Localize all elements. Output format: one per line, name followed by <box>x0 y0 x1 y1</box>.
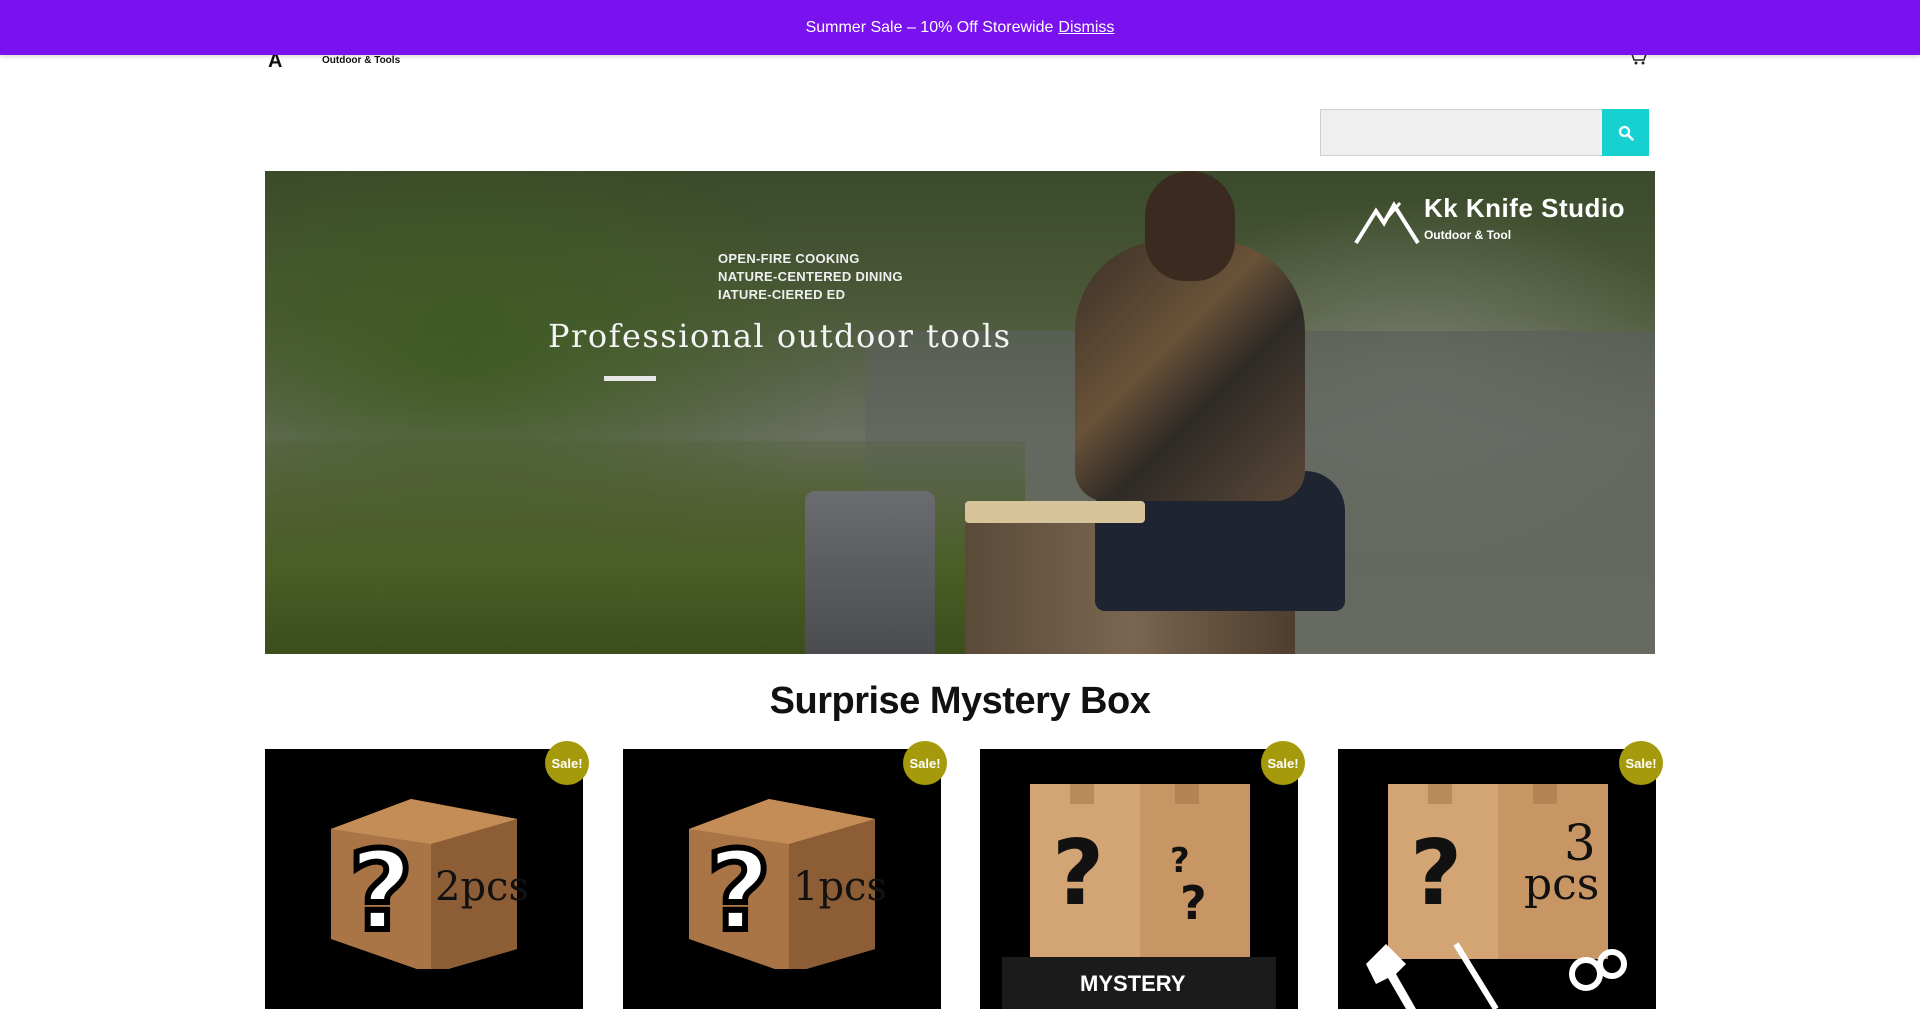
svg-text:?: ? <box>707 827 771 955</box>
hero-banner[interactable]: Kk Knife Studio Outdoor & Tool OPEN-FIRE… <box>265 171 1655 654</box>
product-card[interactable]: ? 1pcs <box>623 749 941 1009</box>
product-card[interactable]: ? 3 pcs <box>1338 749 1656 1009</box>
search-icon <box>1618 125 1634 141</box>
hero-brand-sub: Outdoor & Tool <box>1423 228 1512 242</box>
logo-tagline: Outdoor & Tools <box>322 55 401 66</box>
product-label: 1pcs <box>793 864 887 910</box>
svg-text:?: ? <box>1410 821 1462 926</box>
section-title: Surprise Mystery Box <box>769 680 1151 722</box>
hero-tagline: IATURE-CIERED ED <box>718 287 846 302</box>
mystery-box-image: ? ? ? <box>1030 784 1250 959</box>
product-card[interactable]: ? 2pcs <box>265 749 583 1009</box>
hero-tagline: OPEN-FIRE COOKING <box>718 251 860 266</box>
store-notice-text: Summer Sale – 10% Off Storewide <box>805 18 1054 36</box>
mountain-icon <box>1354 201 1420 245</box>
svg-text:?: ? <box>1170 841 1190 881</box>
svg-text:?: ? <box>349 827 413 955</box>
hero-tagline: NATURE-CENTERED DINING <box>718 269 903 284</box>
dismiss-link[interactable]: Dismiss <box>1058 19 1114 37</box>
product-label: MYSTERY <box>1080 971 1186 996</box>
search-form <box>1320 109 1649 156</box>
hero-divider <box>604 376 656 381</box>
svg-text:?: ? <box>1180 876 1207 930</box>
search-button[interactable] <box>1602 109 1649 156</box>
svg-text:?: ? <box>1052 821 1104 926</box>
search-input[interactable] <box>1320 109 1602 156</box>
product-label: 2pcs <box>435 864 529 910</box>
product-label-secondary: pcs <box>1524 859 1600 910</box>
product-card[interactable]: ? ? ? MYSTERY <box>980 749 1298 1009</box>
hero-taglines: OPEN-FIRE COOKING NATURE-CENTERED DINING… <box>718 250 903 304</box>
hero-brand-name: Kk Knife Studio <box>1423 193 1625 223</box>
sale-badge: Sale! <box>903 741 947 785</box>
hero-cutting-board <box>965 501 1145 523</box>
tools-silhouette-icon <box>1366 942 1627 1009</box>
sale-badge: Sale! <box>1261 741 1305 785</box>
sale-badge: Sale! <box>1619 741 1663 785</box>
hero-person <box>1035 171 1355 654</box>
hero-headline: Professional outdoor tools <box>548 317 1012 355</box>
sale-badge: Sale! <box>545 741 589 785</box>
hero-backpack <box>805 491 935 654</box>
hero-brand: Kk Knife Studio Outdoor & Tool <box>1354 193 1625 245</box>
store-notice-banner: Summer Sale – 10% Off Storewide Dismiss <box>0 0 1920 55</box>
